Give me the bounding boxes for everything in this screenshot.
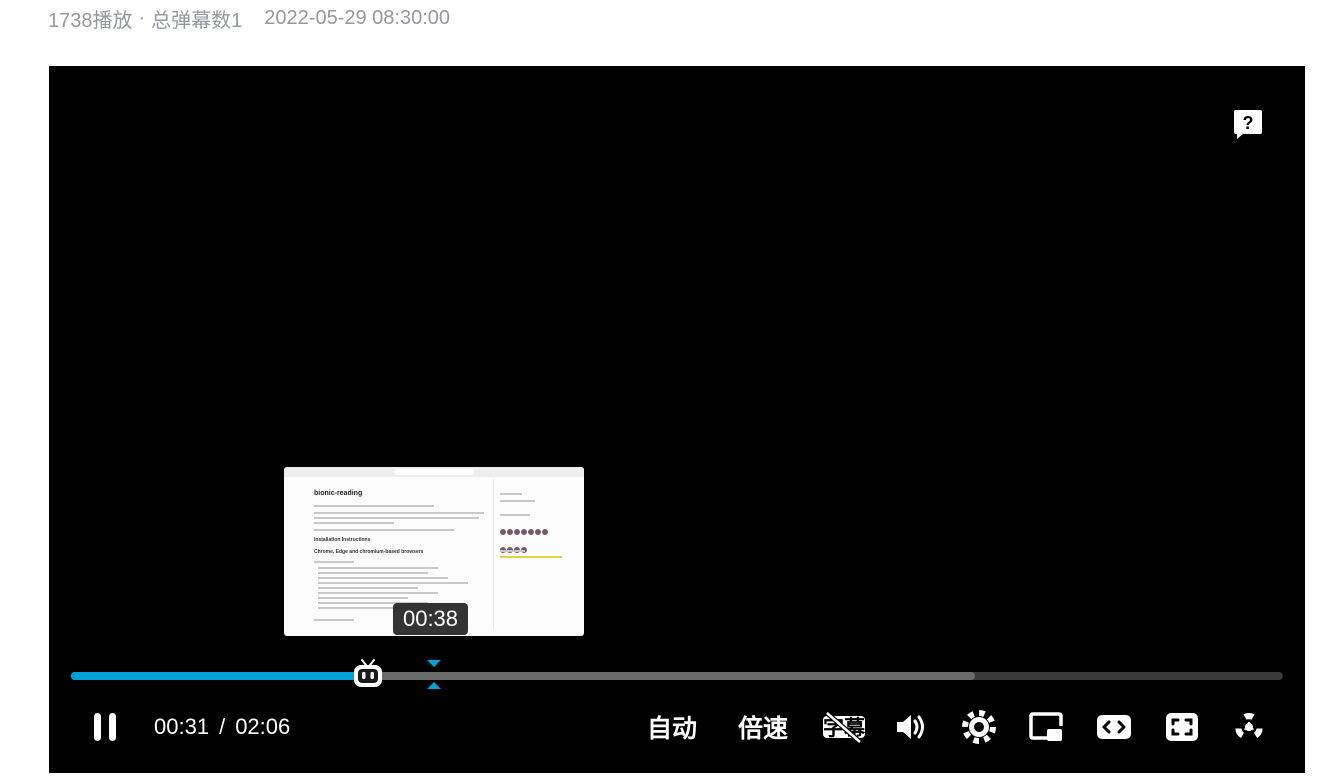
preview-sidebar-divider [493, 479, 494, 629]
picture-in-picture-icon [1029, 712, 1063, 741]
play-count: 1738播放 [48, 10, 133, 32]
duration: 02:06 [235, 714, 291, 739]
progress-played [71, 672, 368, 680]
radiation-icon [1235, 713, 1263, 739]
current-time: 00:31 [154, 714, 210, 739]
preview-heading-1: Installation Instructions [314, 537, 371, 543]
quality-button[interactable]: 自动 [643, 702, 701, 752]
video-player[interactable]: ? bionic-reading Installation Instructio… [49, 66, 1305, 773]
preview-browser-bar [284, 467, 584, 477]
settings-button[interactable] [957, 702, 1001, 752]
hover-time-tooltip: 00:38 [393, 603, 468, 635]
hover-marker-bottom-icon [427, 682, 441, 689]
widescreen-icon [1097, 715, 1131, 739]
speed-button[interactable]: 倍速 [734, 702, 792, 752]
video-meta: 1738播放 · 总弹幕数1 2022-05-29 08:30:00 [48, 4, 451, 32]
preview-contributors [500, 522, 549, 558]
radiation-button[interactable] [1227, 702, 1271, 752]
preview-page-title: bionic-reading [314, 490, 363, 497]
gear-icon [962, 710, 996, 744]
picture-in-picture-button[interactable] [1024, 702, 1068, 752]
widescreen-button[interactable] [1092, 702, 1136, 752]
svg-text:?: ? [1243, 113, 1254, 133]
volume-icon [897, 715, 924, 739]
progress-bar[interactable] [71, 672, 1283, 680]
fullscreen-button[interactable] [1160, 702, 1204, 752]
time-separator: / [219, 714, 226, 739]
fullscreen-icon [1166, 713, 1198, 741]
pause-icon [94, 713, 116, 741]
pause-button[interactable] [85, 702, 125, 752]
question-bubble-icon[interactable]: ? [1233, 108, 1263, 140]
tv-mascot-thumb-icon[interactable] [352, 658, 384, 690]
volume-button[interactable] [889, 702, 933, 752]
subtitle-button[interactable]: 字幕 [819, 702, 869, 752]
preview-language-bar [500, 556, 562, 558]
preview-heading-2: Chrome, Edge and chromium-based browsers [314, 549, 424, 555]
publish-date: 2022-05-29 08:30:00 [264, 7, 451, 29]
hover-marker-top-icon [427, 660, 441, 667]
meta-separator: · [138, 7, 146, 29]
danmaku-count: 总弹幕数1 [151, 10, 243, 32]
subtitle-off-icon: 字幕 [823, 711, 866, 744]
control-bar: 00:31 / 02:06 自动 倍速 字幕 [49, 702, 1305, 752]
time-display: 00:31 / 02:06 [154, 702, 290, 752]
